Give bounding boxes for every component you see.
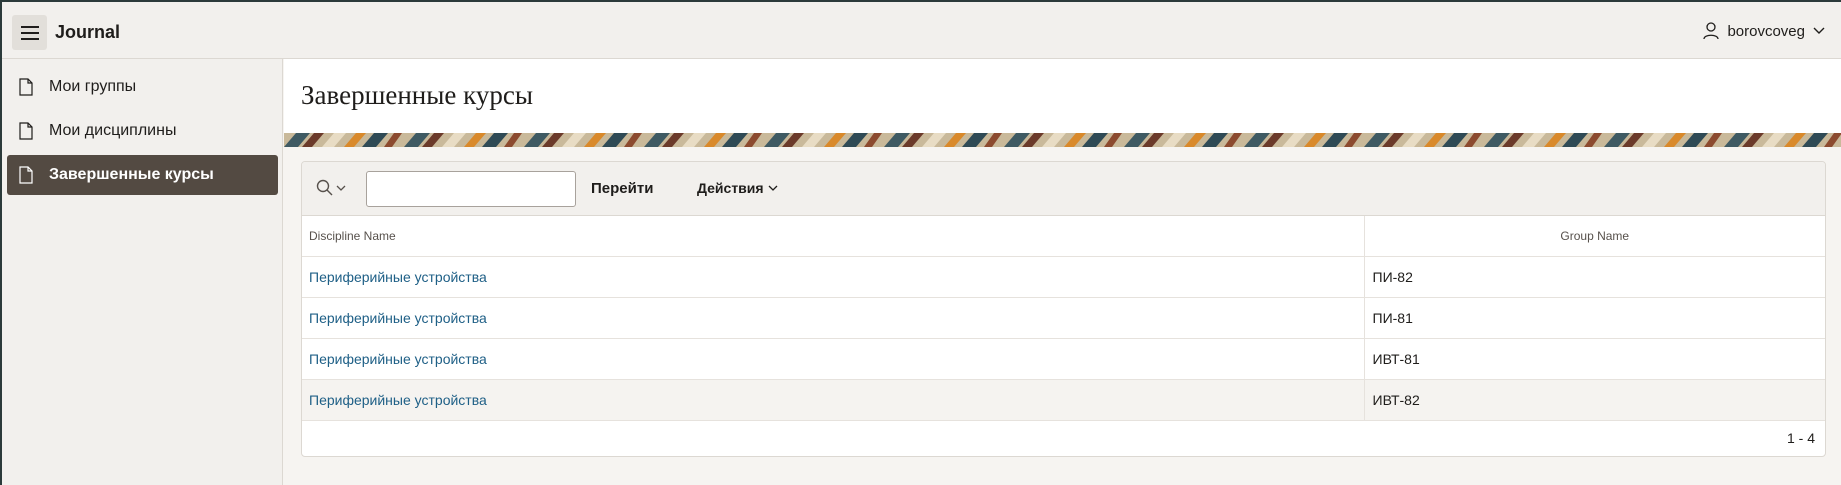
sidebar-item-my-disciplines[interactable]: Мои дисциплины [7,111,278,151]
username: borovcoveg [1727,22,1805,40]
group-cell: ИВТ-81 [1364,338,1825,380]
sidebar-item-label: Мои дисциплины [49,122,177,139]
page-header: Завершенные курсы [284,59,1841,133]
sidebar-item-label: Завершенные курсы [49,166,214,183]
column-header-group[interactable]: Group Name [1364,216,1825,257]
hamburger-menu-icon [20,25,39,40]
chevron-down-icon [1813,27,1825,34]
main-content: Завершенные курсы Перейти Действия Disci… [284,59,1841,485]
report-region: Перейти Действия Discipline Name Group N… [301,161,1826,457]
search-input[interactable] [366,171,576,207]
document-icon [19,166,35,184]
search-column-selector[interactable] [316,179,346,197]
user-icon [1703,22,1720,40]
table-row: Периферийные устройства ИВТ-81 [302,338,1825,380]
group-cell: ИВТ-82 [1364,379,1825,421]
discipline-link[interactable]: Периферийные устройства [309,392,487,408]
group-cell: ПИ-82 [1364,256,1825,298]
user-menu[interactable]: borovcoveg [1703,22,1825,40]
chevron-down-icon [336,185,346,191]
report-toolbar: Перейти Действия [302,162,1825,216]
top-header: Journal borovcoveg [2,2,1841,59]
table-row: Периферийные устройства ПИ-82 [302,256,1825,298]
page-title: Завершенные курсы [301,80,533,110]
go-button[interactable]: Перейти [591,180,653,197]
table-row: Периферийные устройства ИВТ-82 [302,379,1825,421]
discipline-cell: Периферийные устройства [302,256,1365,298]
discipline-cell: Периферийные устройства [302,338,1365,380]
group-cell: ПИ-81 [1364,297,1825,339]
actions-label: Действия [697,180,764,196]
pagination-info: 1 - 4 [1786,430,1815,446]
sidebar-item-my-groups[interactable]: Мои группы [7,67,278,107]
app-title[interactable]: Journal [55,22,120,43]
table-header-row: Discipline Name Group Name [302,216,1825,257]
report-table: Discipline Name Group Name Периферийные … [302,216,1825,421]
decorative-banner [284,133,1841,147]
discipline-link[interactable]: Периферийные устройства [309,351,487,367]
search-icon [316,179,333,196]
app-window: Journal borovcoveg Мои группы Мои дисцип… [2,2,1841,485]
chevron-down-icon [768,185,778,191]
column-header-discipline[interactable]: Discipline Name [302,216,1365,257]
discipline-link[interactable]: Периферийные устройства [309,310,487,326]
table-row: Периферийные устройства ПИ-81 [302,297,1825,339]
discipline-link[interactable]: Периферийные устройства [309,269,487,285]
sidebar: Мои группы Мои дисциплины Завершенные ку… [2,59,283,485]
discipline-cell: Периферийные устройства [302,379,1365,421]
menu-toggle-button[interactable] [12,15,47,50]
sidebar-item-label: Мои группы [49,78,137,95]
document-icon [19,122,35,140]
document-icon [19,78,35,96]
sidebar-item-completed-courses[interactable]: Завершенные курсы [7,155,278,195]
discipline-cell: Периферийные устройства [302,297,1365,339]
actions-menu-button[interactable]: Действия [697,180,778,196]
